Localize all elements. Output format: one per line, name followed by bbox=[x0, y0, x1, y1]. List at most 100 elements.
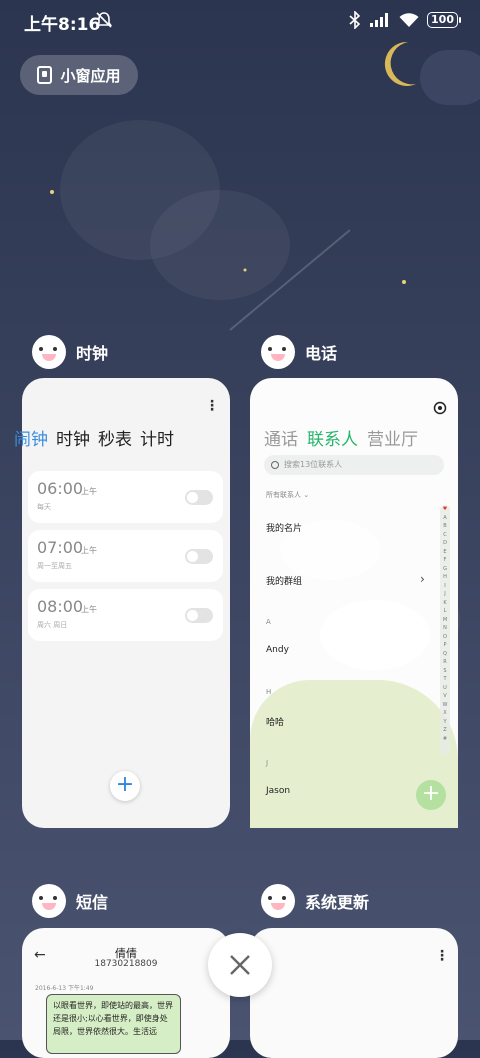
alarm-item[interactable]: 06:00 上午 每天 bbox=[28, 471, 223, 523]
contact-item[interactable]: Jason bbox=[266, 786, 290, 796]
signal-icon bbox=[370, 13, 389, 27]
my-groups-item[interactable]: 我的群组 bbox=[266, 574, 302, 587]
close-all-button[interactable] bbox=[208, 933, 272, 997]
small-window-label: 小窗应用 bbox=[60, 66, 121, 85]
index-letter[interactable]: J bbox=[440, 590, 450, 599]
sms-date: 2016-6-13 下午1:49 bbox=[35, 985, 94, 992]
contacts-search-input[interactable]: 搜索13位联系人 bbox=[264, 455, 444, 475]
index-letter[interactable]: I bbox=[440, 582, 450, 591]
index-letter[interactable]: E bbox=[440, 548, 450, 557]
moon-icon bbox=[384, 41, 416, 86]
index-letter[interactable]: B bbox=[440, 522, 450, 531]
mute-notification-icon bbox=[95, 12, 113, 28]
clock-app-icon bbox=[32, 335, 66, 369]
alarm-time: 07:00 bbox=[37, 538, 84, 557]
index-letter[interactable]: S bbox=[440, 667, 450, 676]
index-letter[interactable]: F bbox=[440, 556, 450, 565]
battery-icon: 100 bbox=[427, 12, 461, 28]
settings-icon[interactable] bbox=[432, 400, 448, 416]
sms-contact-number: 18730218809 bbox=[94, 959, 158, 969]
tab-service-hall[interactable]: 营业厅 bbox=[367, 425, 418, 450]
index-letter[interactable]: # bbox=[440, 735, 450, 744]
status-bar: 上午8:16 100 bbox=[0, 0, 480, 40]
contact-item[interactable]: 哈哈 bbox=[266, 715, 284, 728]
index-letter[interactable]: X bbox=[440, 709, 450, 718]
index-letter[interactable]: Y bbox=[440, 718, 450, 727]
alarm-ampm: 上午 bbox=[81, 546, 97, 555]
index-letter[interactable]: P bbox=[440, 641, 450, 650]
alarm-time: 06:00 bbox=[37, 479, 84, 498]
phone-app-icon bbox=[261, 335, 295, 369]
index-letter[interactable]: U bbox=[440, 684, 450, 693]
sms-app-header: 短信 bbox=[32, 884, 108, 918]
alarm-time: 08:00 bbox=[37, 597, 84, 616]
index-letter[interactable]: A bbox=[440, 514, 450, 523]
tab-clock[interactable]: 时钟 bbox=[56, 425, 90, 450]
window-icon bbox=[37, 66, 53, 84]
index-letter[interactable]: N bbox=[440, 624, 450, 633]
update-app-name: 系统更新 bbox=[305, 893, 370, 912]
alarm-ampm: 上午 bbox=[81, 487, 97, 496]
index-letter[interactable]: M bbox=[440, 616, 450, 625]
tab-alarm[interactable]: 闹钟 bbox=[14, 425, 48, 450]
section-letter: H bbox=[266, 688, 272, 696]
index-letter[interactable]: Q bbox=[440, 650, 450, 659]
index-letter[interactable]: O bbox=[440, 633, 450, 642]
alarm-repeat: 周一至周五 bbox=[37, 562, 72, 570]
update-app-icon bbox=[261, 884, 295, 918]
alarm-item[interactable]: 07:00 上午 周一至周五 bbox=[28, 530, 223, 582]
tab-timer[interactable]: 计时 bbox=[140, 425, 174, 450]
index-letter[interactable]: D bbox=[440, 539, 450, 548]
alarm-toggle[interactable] bbox=[185, 608, 213, 623]
my-card-item[interactable]: 我的名片 bbox=[266, 521, 302, 534]
background-cloud bbox=[320, 600, 430, 670]
alarm-repeat: 每天 bbox=[37, 503, 51, 511]
alarm-toggle[interactable] bbox=[185, 549, 213, 564]
tab-calls[interactable]: 通话 bbox=[264, 425, 298, 450]
index-letter[interactable]: H bbox=[440, 573, 450, 582]
clock-app-header: 时钟 bbox=[32, 335, 108, 369]
alarm-item[interactable]: 08:00 上午 周六 周日 bbox=[28, 589, 223, 641]
alphabet-index-bar[interactable]: ♥ A B C D E F G H I J K L M N O P Q R S T U V W X Y Z # bbox=[440, 505, 450, 755]
index-letter[interactable]: C bbox=[440, 531, 450, 540]
index-letter[interactable]: Z bbox=[440, 726, 450, 735]
section-letter: J bbox=[266, 759, 269, 767]
search-placeholder: 搜索13位联系人 bbox=[284, 460, 343, 469]
phone-app-name: 电话 bbox=[305, 344, 338, 363]
index-letter[interactable]: R bbox=[440, 658, 450, 667]
contact-item[interactable]: Andy bbox=[266, 645, 289, 655]
index-letter[interactable]: G bbox=[440, 565, 450, 574]
contacts-filter-dropdown[interactable]: 所有联系人 ⌄ bbox=[266, 490, 309, 500]
index-letter[interactable]: K bbox=[440, 599, 450, 608]
tab-stopwatch[interactable]: 秒表 bbox=[98, 425, 132, 450]
chevron-right-icon: › bbox=[420, 572, 425, 586]
sms-message-bubble: 以眼看世界，即使站的最高，世界还是很小;以心看世界，即使身处局限，世界依然很大。… bbox=[46, 994, 181, 1054]
alarm-repeat: 周六 周日 bbox=[37, 621, 68, 629]
sms-app-icon bbox=[32, 884, 66, 918]
update-app-header: 系统更新 bbox=[261, 884, 369, 918]
index-letter[interactable]: W bbox=[440, 701, 450, 710]
close-icon bbox=[230, 955, 250, 975]
tab-contacts[interactable]: 联系人 bbox=[307, 425, 358, 450]
small-window-apps-button[interactable]: 小窗应用 bbox=[20, 55, 138, 95]
more-options-icon[interactable]: ⋮ bbox=[205, 398, 219, 414]
dark-cloud bbox=[420, 50, 480, 105]
alarm-toggle[interactable] bbox=[185, 490, 213, 505]
wifi-icon bbox=[399, 13, 419, 27]
update-app-card[interactable] bbox=[250, 928, 458, 1058]
add-contact-button[interactable]: + bbox=[416, 780, 446, 810]
index-letter[interactable]: V bbox=[440, 692, 450, 701]
section-letter: A bbox=[266, 618, 271, 626]
index-letter[interactable]: L bbox=[440, 607, 450, 616]
index-letter[interactable]: T bbox=[440, 675, 450, 684]
more-options-icon[interactable]: ⋮ bbox=[435, 948, 449, 964]
bluetooth-icon bbox=[349, 11, 361, 29]
add-alarm-button[interactable]: + bbox=[110, 771, 140, 801]
phone-app-header: 电话 bbox=[261, 335, 337, 369]
sms-app-name: 短信 bbox=[76, 893, 109, 912]
background-cloud bbox=[150, 190, 290, 300]
status-time: 上午8:16 bbox=[24, 15, 101, 35]
alarm-ampm: 上午 bbox=[81, 605, 97, 614]
search-icon bbox=[271, 461, 279, 469]
clock-app-name: 时钟 bbox=[76, 344, 109, 363]
